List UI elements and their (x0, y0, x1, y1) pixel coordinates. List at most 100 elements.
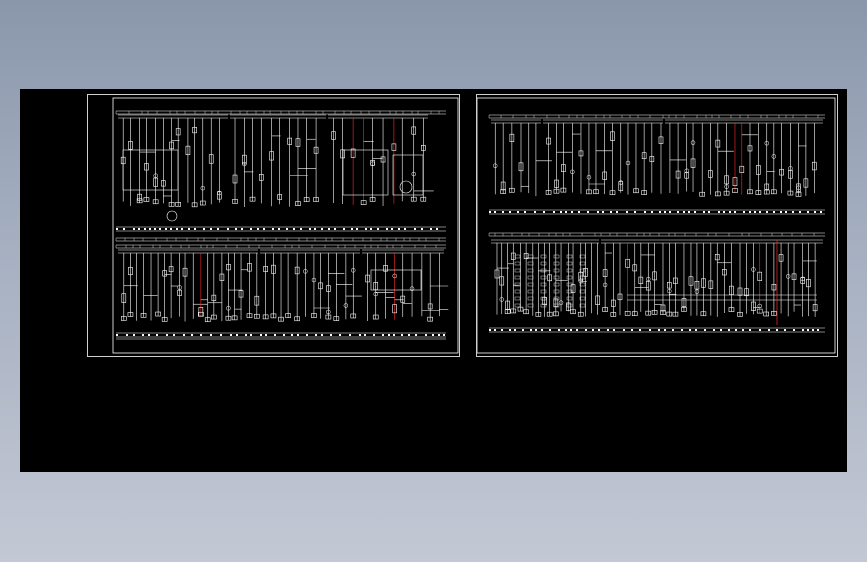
terminal (297, 334, 299, 336)
terminal (626, 211, 628, 213)
relay-contact (514, 275, 521, 280)
terminal (200, 334, 202, 336)
relay-contact (566, 303, 573, 308)
terminal (631, 329, 633, 331)
terminal (364, 334, 366, 336)
terminal (780, 211, 782, 213)
relay-contact (553, 261, 560, 266)
terminal (235, 228, 237, 230)
terminal (565, 329, 567, 331)
terminal (664, 211, 666, 213)
terminal (598, 329, 600, 331)
terminal (425, 334, 427, 336)
terminal (517, 211, 519, 213)
terminal (314, 228, 316, 230)
terminal (535, 329, 537, 331)
terminal (766, 211, 768, 213)
terminal (159, 228, 161, 230)
terminal (430, 228, 432, 230)
terminal (570, 329, 572, 331)
terminal (436, 228, 438, 230)
terminal (704, 329, 706, 331)
terminal (126, 334, 128, 336)
terminal (489, 211, 491, 213)
relay-contact (553, 254, 560, 259)
terminal (502, 211, 504, 213)
terminal (401, 334, 403, 336)
terminal (365, 228, 367, 230)
terminal (421, 228, 423, 230)
terminal (677, 211, 679, 213)
terminal (723, 211, 725, 213)
relay-contact (540, 282, 547, 287)
terminal (257, 228, 259, 230)
terminal (300, 228, 302, 230)
terminal (230, 334, 232, 336)
relay-contact (514, 296, 521, 301)
terminal (351, 228, 353, 230)
terminal (116, 334, 118, 336)
terminal (534, 211, 536, 213)
relay-contact (514, 261, 521, 266)
relay-contact (566, 275, 573, 280)
terminal (156, 334, 158, 336)
terminal (817, 329, 819, 331)
terminal (664, 329, 666, 331)
terminal (754, 211, 756, 213)
terminal (524, 211, 526, 213)
terminal (793, 329, 795, 331)
terminal (565, 211, 567, 213)
terminal (438, 334, 440, 336)
terminal (669, 211, 671, 213)
terminal (749, 211, 751, 213)
relay-contact (514, 254, 521, 259)
terminal (373, 334, 375, 336)
terminal (349, 334, 351, 336)
terminal (415, 334, 417, 336)
terminal (283, 334, 285, 336)
terminal (148, 334, 150, 336)
terminal (321, 228, 323, 230)
terminal (820, 211, 822, 213)
terminal (718, 211, 720, 213)
terminal (293, 228, 295, 230)
terminal (571, 211, 573, 213)
terminal (241, 228, 243, 230)
relay-contact (514, 282, 521, 287)
terminal (785, 211, 787, 213)
cad-drawing-viewport[interactable] (20, 89, 847, 472)
terminal (530, 329, 532, 331)
terminal (245, 334, 247, 336)
terminal (578, 211, 580, 213)
terminal (386, 228, 388, 230)
terminal (509, 329, 511, 331)
drawing-sheet-left[interactable] (87, 94, 460, 357)
terminal (759, 329, 761, 331)
terminal (272, 228, 274, 230)
terminal (807, 329, 809, 331)
terminal (149, 228, 151, 230)
terminal (560, 211, 562, 213)
terminal (398, 228, 400, 230)
relay-contact (527, 254, 534, 259)
terminal (749, 329, 751, 331)
relay-contact (527, 289, 534, 294)
relay-contact (527, 261, 534, 266)
terminal (639, 329, 641, 331)
terminal (807, 211, 809, 213)
relay-contact (553, 275, 560, 280)
terminal (181, 228, 183, 230)
motor (399, 180, 413, 194)
schematic-left (112, 97, 459, 354)
terminal (210, 334, 212, 336)
terminal (414, 228, 416, 230)
drawing-sheet-right[interactable] (476, 94, 838, 357)
terminal (553, 211, 555, 213)
terminal (315, 334, 317, 336)
terminal (306, 334, 308, 336)
terminal (759, 211, 761, 213)
terminal (814, 211, 816, 213)
terminal (165, 228, 167, 230)
relay-contact (566, 268, 573, 273)
terminal (176, 228, 178, 230)
